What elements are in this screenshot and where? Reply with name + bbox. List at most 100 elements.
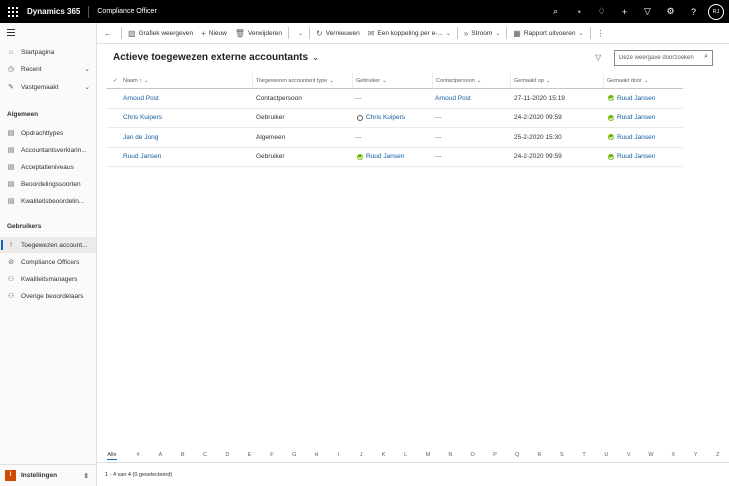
jump-letter[interactable]: W xyxy=(640,452,662,458)
table-row[interactable]: Chris Kuipers Gebruiker Chris Kuipers --… xyxy=(106,109,683,128)
cell-naam[interactable]: Arnoud Post xyxy=(123,89,159,108)
search-icon[interactable]: ⌕ xyxy=(544,6,567,17)
cell-gemaakt-door[interactable]: Ruud Jansen xyxy=(608,109,655,128)
cell-gemaakt-op: 24-2-2020 09:59 xyxy=(514,153,562,161)
sidebar-item-toegewezen-accountants[interactable]: ǃ Toegewezen account... xyxy=(0,237,96,253)
sidebar-item-beoordelingssoorten[interactable]: ▤ Beoordelingssoorten xyxy=(0,176,96,192)
new-label: Nieuw xyxy=(208,29,227,37)
select-all-checkbox[interactable]: ✓ xyxy=(110,73,120,88)
help-icon[interactable]: ? xyxy=(682,7,705,17)
search-box[interactable]: ⌕ xyxy=(614,50,713,66)
sidebar-item-recent[interactable]: ◷ Recent ⌄ xyxy=(0,61,96,77)
jump-letter[interactable]: S xyxy=(551,452,573,458)
jump-letter[interactable]: Y xyxy=(684,452,706,458)
jump-all[interactable]: Alle xyxy=(97,452,127,460)
view-selector[interactable]: Actieve toegewezen externe accountants ⌄ xyxy=(113,52,319,63)
sidebar-item-label: Recent xyxy=(21,65,42,73)
sidebar-item-overige-beoordelaars[interactable]: ⚇ Overige beoordelaars xyxy=(0,288,96,304)
jump-letter[interactable]: L xyxy=(395,452,417,458)
filter-icon[interactable]: ▽ xyxy=(595,53,601,62)
jump-letter[interactable]: Q xyxy=(506,452,528,458)
column-header-gemaakt-door[interactable]: Gemaakt door ⌄ xyxy=(603,73,683,88)
cell-naam[interactable]: Jan de Jong xyxy=(123,128,158,147)
plus-icon[interactable]: + xyxy=(613,7,636,17)
jump-letter[interactable]: X xyxy=(662,452,684,458)
jump-letter[interactable]: Z xyxy=(707,452,729,458)
cell-naam[interactable]: Chris Kuipers xyxy=(123,109,162,128)
sidebar-item-vastgemaakt[interactable]: ✎ Vastgemaakt ⌄ xyxy=(0,79,96,95)
cell-gebruiker[interactable]: Chris Kuipers xyxy=(357,109,405,128)
jump-letter[interactable]: C xyxy=(194,452,216,458)
filter-icon[interactable]: ▽ xyxy=(636,6,659,17)
jump-letter[interactable]: I xyxy=(328,452,350,458)
cell-gemaakt-door[interactable]: Ruud Jansen xyxy=(608,128,655,147)
sidebar-item-accountantsverklaringen[interactable]: ▤ Accountantsverklarin... xyxy=(0,142,96,158)
cell-gebruiker-label: Chris Kuipers xyxy=(366,114,406,122)
cell-gebruiker[interactable]: Ruud Jansen xyxy=(357,148,404,167)
back-button[interactable]: ← xyxy=(97,23,119,44)
pin-icon: ✎ xyxy=(8,84,14,91)
jump-letter[interactable]: D xyxy=(216,452,238,458)
column-header-naam[interactable]: Naam ↑ ⌄ xyxy=(120,73,252,88)
sidebar-item-acceptatieniveaus[interactable]: ▤ Acceptatieniveaus xyxy=(0,159,96,175)
avatar[interactable]: RJ xyxy=(708,3,724,20)
sidebar-item-opdrachttypes[interactable]: ▤ Opdrachttypes xyxy=(0,125,96,141)
jump-letter[interactable]: A xyxy=(149,452,171,458)
cell-contactpersoon[interactable]: Arnoud Post xyxy=(435,89,471,108)
column-header-gemaakt-op[interactable]: Gemaakt op ⌄ xyxy=(510,73,603,88)
jump-letter[interactable]: H xyxy=(305,452,327,458)
table-row[interactable]: Ruud Jansen Gebruiker Ruud Jansen --- 24… xyxy=(106,148,683,167)
area-switcher[interactable]: I Instellingen ⇕ xyxy=(0,464,96,486)
new-button[interactable]: + Nieuw xyxy=(197,23,231,44)
email-link-button[interactable]: ✉ Een koppeling per e-... ⌄ xyxy=(364,23,455,44)
task-icon[interactable]: ◔ xyxy=(567,7,590,17)
jump-letter[interactable]: J xyxy=(350,452,372,458)
jump-letter[interactable]: U xyxy=(595,452,617,458)
cell-naam[interactable]: Ruud Jansen xyxy=(123,148,161,167)
flow-icon: » xyxy=(463,28,469,38)
more-commands-button[interactable]: ⋮ xyxy=(593,23,612,44)
jump-letter[interactable]: N xyxy=(439,452,461,458)
sidebar-item-startpagina[interactable]: ⌂ Startpagina xyxy=(0,44,96,60)
refresh-button[interactable]: ↻ Vernieuwen xyxy=(312,23,364,44)
delete-button[interactable]: 🗑 Verwijderen xyxy=(231,23,286,44)
table-row[interactable]: Arnoud Post Contactpersoon --- Arnoud Po… xyxy=(106,89,683,109)
sidebar-item-kwaliteitsmanagers[interactable]: ⚇ Kwaliteitsmanagers xyxy=(0,271,96,287)
cell-gemaakt-door[interactable]: Ruud Jansen xyxy=(608,148,655,167)
gear-icon[interactable]: ⚙ xyxy=(659,6,682,17)
lightbulb-icon[interactable]: ♢ xyxy=(590,6,613,17)
jump-letter[interactable]: E xyxy=(238,452,260,458)
app-launcher-icon[interactable] xyxy=(8,6,22,17)
chevron-down-icon[interactable]: ⌄ xyxy=(84,65,90,73)
sidebar-item-compliance-officers[interactable]: ⊘ Compliance Officers xyxy=(0,254,96,270)
more-delete-dropdown[interactable]: ⌄ xyxy=(291,23,307,44)
jump-letter[interactable]: V xyxy=(618,452,640,458)
table-row[interactable]: Jan de Jong Algemeen --- --- 25-2-2020 1… xyxy=(106,128,683,148)
flow-button[interactable]: » Stroom ⌄ xyxy=(460,23,504,44)
data-grid: ✓ Naam ↑ ⌄ Toegewezen accountant type ⌄ … xyxy=(106,73,683,167)
column-header-type[interactable]: Toegewezen accountant type ⌄ xyxy=(252,73,352,88)
jump-letter[interactable]: O xyxy=(461,452,483,458)
column-header-gebruiker[interactable]: Gebruiker ⌄ xyxy=(352,73,432,88)
jump-letter[interactable]: # xyxy=(127,452,149,458)
app-name[interactable]: Compliance Officer xyxy=(97,8,156,15)
search-input[interactable] xyxy=(619,55,699,61)
column-header-contactpersoon[interactable]: Contactpersoon ⌄ xyxy=(432,73,510,88)
jump-letter[interactable]: F xyxy=(261,452,283,458)
search-icon[interactable]: ⌕ xyxy=(704,53,708,61)
jump-letter[interactable]: R xyxy=(528,452,550,458)
jump-letter[interactable]: B xyxy=(172,452,194,458)
jump-letter[interactable]: G xyxy=(283,452,305,458)
export-report-button[interactable]: ▦ Rapport uitvoeren ⌄ xyxy=(509,23,587,44)
jump-letter[interactable]: T xyxy=(573,452,595,458)
jump-letter[interactable]: P xyxy=(484,452,506,458)
jump-letter[interactable]: K xyxy=(372,452,394,458)
jump-letter[interactable]: M xyxy=(417,452,439,458)
home-icon: ⌂ xyxy=(8,48,14,56)
hamburger-menu-icon[interactable] xyxy=(7,29,15,38)
brand-name[interactable]: Dynamics 365 xyxy=(27,7,80,16)
cell-gemaakt-door[interactable]: Ruud Jansen xyxy=(608,89,655,108)
chevron-down-icon[interactable]: ⌄ xyxy=(84,83,90,91)
show-chart-button[interactable]: ▧ Grafiek weergeven xyxy=(124,23,197,44)
sidebar-item-kwaliteitsbeoordelingen[interactable]: ▤ Kwaliteitsbeoordelin... xyxy=(0,193,96,209)
